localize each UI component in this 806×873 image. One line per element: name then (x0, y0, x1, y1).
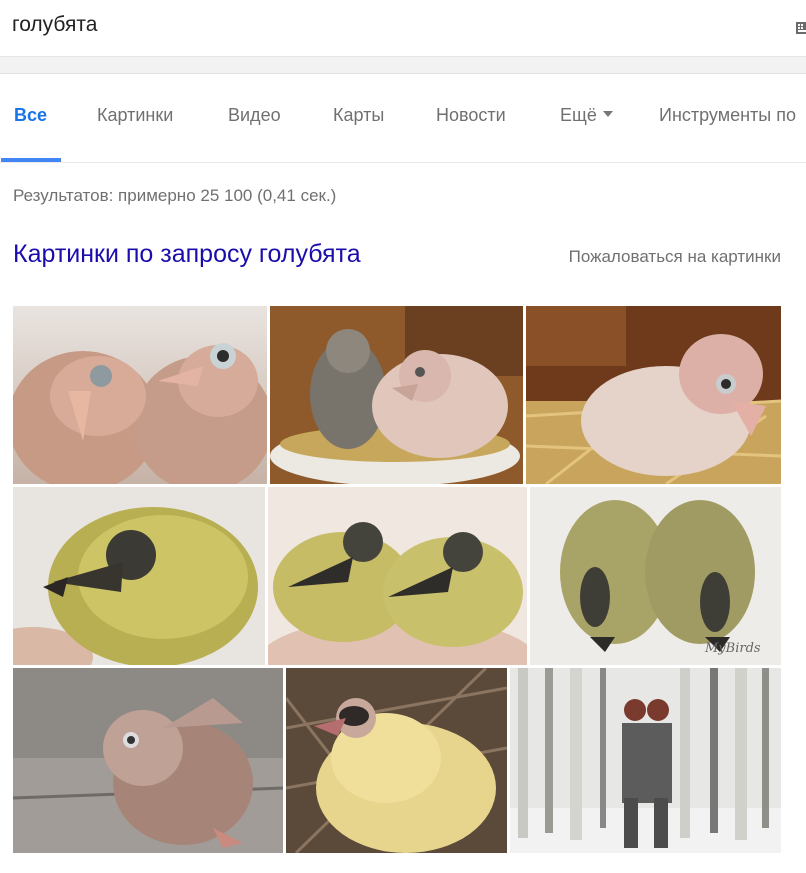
images-section-title[interactable]: Картинки по запросу голубята (13, 240, 361, 269)
tab-more-label: Ещё (560, 105, 597, 125)
results-stats: Результатов: примерно 25 100 (0,41 сек.) (13, 186, 337, 205)
active-tab-indicator (1, 158, 61, 162)
watermark-text: MyBirds (704, 641, 761, 656)
header-separator (0, 57, 806, 74)
image-thumbnail[interactable] (286, 668, 507, 853)
tab-images[interactable]: Картинки (97, 105, 173, 126)
keyboard-icon[interactable] (796, 20, 806, 36)
search-bar[interactable]: голубята (0, 0, 806, 57)
tab-video[interactable]: Видео (228, 105, 281, 126)
image-thumbnail[interactable] (526, 306, 781, 484)
image-thumbnail[interactable]: MyBirds (530, 487, 781, 665)
image-thumbnail[interactable] (268, 487, 527, 665)
report-images-link[interactable]: Пожаловаться на картинки (569, 247, 781, 267)
tab-tools[interactable]: Инструменты по (659, 105, 796, 126)
image-thumbnail[interactable] (13, 487, 265, 665)
tab-news[interactable]: Новости (436, 105, 506, 126)
chevron-down-icon (602, 111, 613, 118)
image-thumbnail[interactable] (270, 306, 523, 484)
image-thumbnail[interactable] (13, 306, 267, 484)
tab-all[interactable]: Все (14, 105, 47, 126)
image-thumbnail[interactable] (510, 668, 781, 853)
tab-more[interactable]: Ещё (560, 105, 613, 126)
search-input[interactable]: голубята (12, 13, 97, 37)
search-tabs: Все Картинки Видео Карты Новости Ещё Инс… (0, 74, 806, 163)
image-thumbnail[interactable] (13, 668, 283, 853)
tab-maps[interactable]: Карты (333, 105, 384, 126)
